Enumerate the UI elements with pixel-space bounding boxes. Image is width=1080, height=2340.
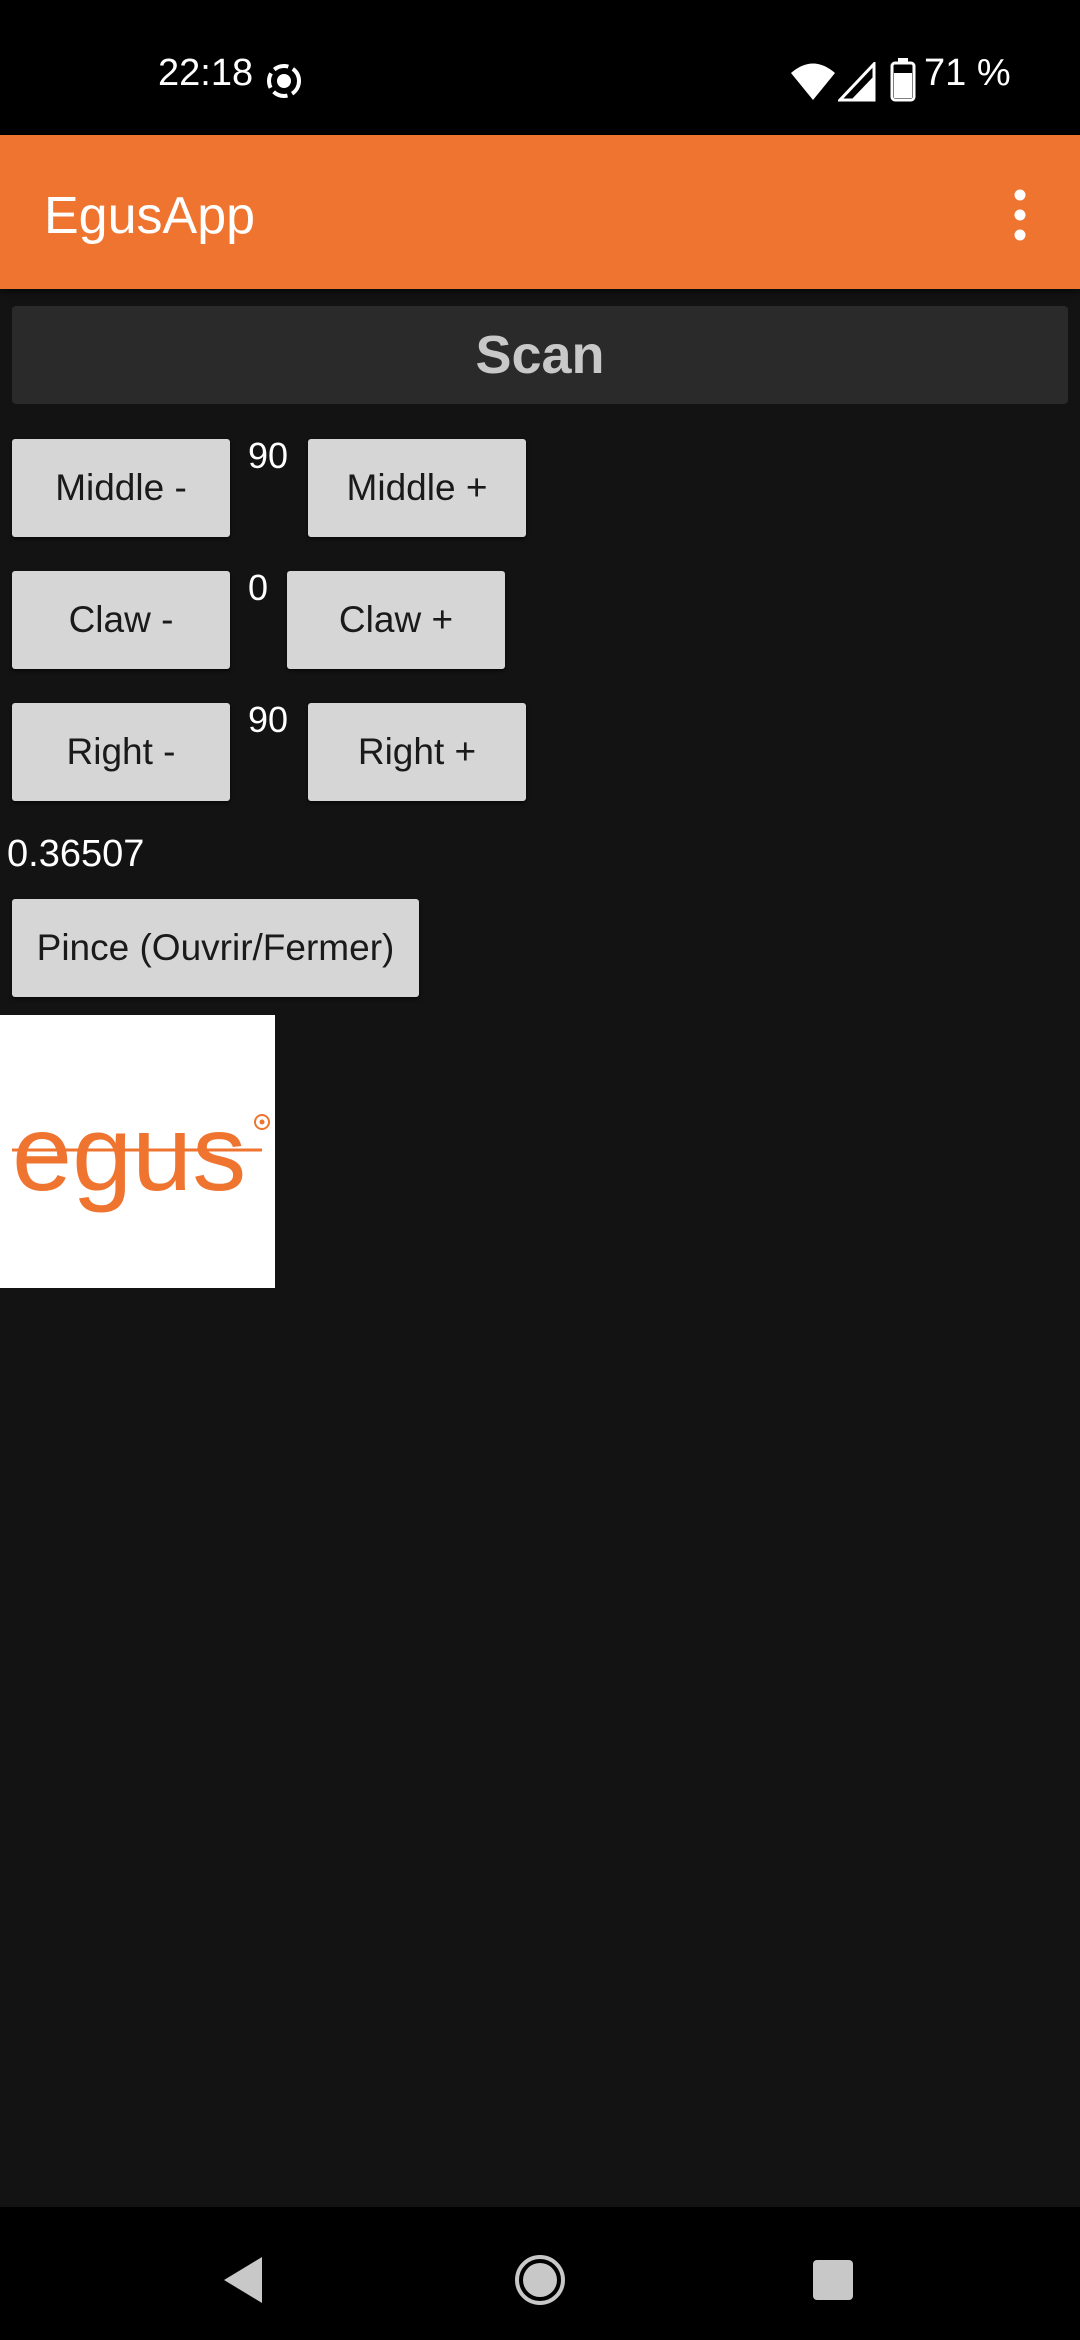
record-icon xyxy=(267,64,301,98)
navigation-bar xyxy=(0,2207,1080,2340)
scan-button[interactable]: Scan xyxy=(12,306,1068,404)
app-title: EgusApp xyxy=(44,187,256,245)
sensor-reading: 0.36507 xyxy=(7,833,145,875)
status-bar: 22:18 71 % xyxy=(0,0,1080,135)
middle-value: 90 xyxy=(248,435,289,476)
middle-plus-button[interactable]: Middle + xyxy=(308,439,526,537)
claw-minus-button[interactable]: Claw - xyxy=(12,571,230,669)
battery-percentage: 71 % xyxy=(924,52,1011,94)
recents-icon[interactable] xyxy=(812,2259,854,2301)
overflow-menu-icon[interactable] xyxy=(1008,187,1032,243)
egus-logo-image: egus xyxy=(12,1092,270,1213)
middle-minus-button[interactable]: Middle - xyxy=(12,439,230,537)
signal-icon xyxy=(838,62,876,102)
battery-icon xyxy=(890,58,916,102)
right-value: 90 xyxy=(248,699,289,740)
wifi-icon xyxy=(791,63,835,100)
claw-value: 0 xyxy=(248,567,269,608)
egus-logo: egus xyxy=(0,1015,275,1288)
back-icon[interactable] xyxy=(220,2255,266,2305)
claw-plus-button[interactable]: Claw + xyxy=(287,571,505,669)
app-bar: EgusApp xyxy=(0,135,1080,289)
status-time: 22:18 xyxy=(158,52,254,94)
home-icon[interactable] xyxy=(514,2254,566,2306)
right-plus-button[interactable]: Right + xyxy=(308,703,526,801)
pince-toggle-button[interactable]: Pince (Ouvrir/Fermer) xyxy=(12,899,419,997)
right-minus-button[interactable]: Right - xyxy=(12,703,230,801)
egus-logo-text: egus xyxy=(12,1092,246,1213)
